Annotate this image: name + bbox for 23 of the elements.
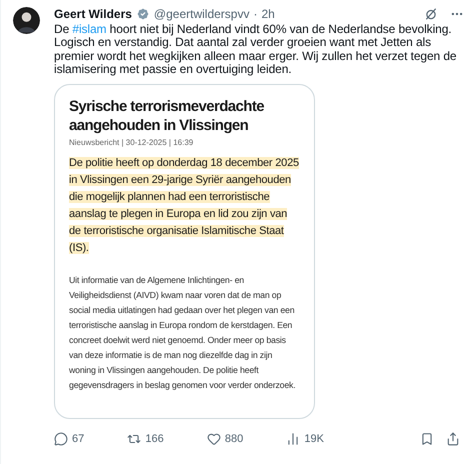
article-lead: De politie heeft op donderdag 18 december 2025 in Vlissingen een 29-jarige Syriër aangehouden die mogelijk plannen had een terroristische aanslag te plegen in Europa en lid zou zijn van de terroristische organisatie Islamitische Staat (IS). [69,156,300,256]
avatar[interactable] [13,7,40,34]
reply-button[interactable]: 67 [54,430,84,448]
like-button[interactable]: 880 [206,430,244,448]
article-body: Uit informatie van de Algemene Inlichtingen- en Veiligheidsdienst (AIVD) kwam naar voren dat de man op social media uitlatingen had gedaan over het plegen van een terroristische aanslag in Europa rondom de kerstdagen. Een concreet doelwit werd niet genoemd. Onder meer op basis van deze informatie is de man nog diezelfde dag in zijn woning in Vlissingen aangehouden. De politie heeft gegevensdragers in beslag genomen voor verder onderzoek. [69,274,296,392]
bookmark-icon [420,432,434,446]
bookmark-button[interactable] [420,432,434,446]
timestamp[interactable]: 2h [261,7,275,21]
author-name[interactable]: Geert Wilders [54,7,132,21]
attached-image[interactable] [54,84,315,419]
article-meta: Nieuwsbericht | 30-12-2025 | 16:39 [69,136,194,149]
separator: · [253,7,258,21]
bar-chart-icon [286,432,300,446]
slashed-circle-icon[interactable] [424,7,438,21]
heart-icon [206,432,221,446]
views-button[interactable]: 19K [286,430,324,448]
repost-button[interactable]: 166 [127,430,164,448]
author-handle[interactable]: @geertwilderspvv [154,7,250,21]
reply-icon [54,432,68,446]
share-button[interactable] [446,432,460,446]
article-title: Syrische terrorismeverdachte aangehouden in Vlissingen [69,96,265,135]
share-icon [446,432,460,446]
post-text: De #islam hoort niet bij Nederland vindt 60% van de Nederlandse bevolking. Logisch en verstandig. Dat aantal zal verder groeien want met Jetten als premier wordt het wegkijken alleen maar erger. Wij zullen het verzet tegen de islamisering met passie en overtuiging leiden. [54,23,458,77]
